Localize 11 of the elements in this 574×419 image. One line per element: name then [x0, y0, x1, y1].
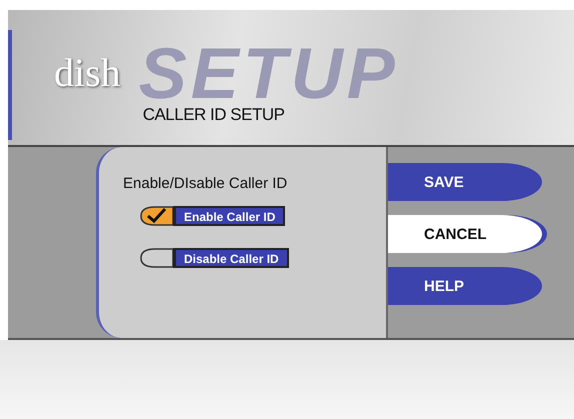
- option-button[interactable]: Disable Caller ID: [173, 248, 289, 268]
- menu-button[interactable]: CANCEL: [388, 215, 542, 253]
- page-title: CALLER ID SETUP: [142, 104, 284, 125]
- check-indicator-icon[interactable]: [139, 248, 175, 268]
- logo-text: dish: [54, 49, 121, 96]
- option-button[interactable]: Enable Caller ID: [173, 206, 286, 226]
- menu-button[interactable]: SAVE: [388, 163, 542, 201]
- banner-text: SETUP: [138, 40, 399, 103]
- panel-heading: Enable/DIsable Caller ID: [123, 175, 288, 192]
- menu-button[interactable]: HELP: [388, 267, 542, 305]
- check-indicator-icon[interactable]: [139, 206, 175, 226]
